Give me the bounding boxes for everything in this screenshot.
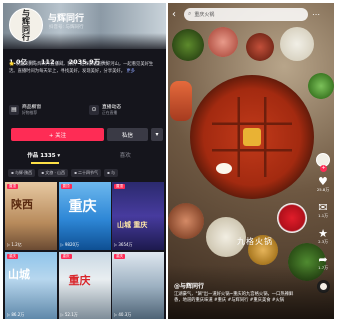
video-thumbnail[interactable]: 置顶 重庆 ▷ 9820万 <box>58 182 111 250</box>
profile-uid: 抖音号: 与辉同行 <box>49 25 84 30</box>
dish-meat <box>208 27 238 57</box>
egg <box>216 163 232 174</box>
dish-beef <box>246 33 274 61</box>
chip[interactable]: ▪ 文旅 · 山西 <box>38 169 69 177</box>
video-author[interactable]: @与辉同行 <box>174 281 204 290</box>
video-thumbnail[interactable]: 重庆 山城 ▷ 86.2万 <box>5 251 57 319</box>
back-icon[interactable]: ‹ <box>172 9 180 20</box>
dish-side-right <box>308 73 334 99</box>
profile-panel: 与 辉 同 行 与辉同行 抖音号: 与辉同行 1.0亿获赞 112关注 2035… <box>3 3 166 319</box>
video-thumbnail[interactable]: 置顶 山城 重庆 ▷ 3654万 <box>112 182 164 250</box>
chip[interactable]: ▪ 与辉·陕西 <box>8 169 36 177</box>
dipping-bowl <box>277 203 307 233</box>
bio-more-link[interactable]: 更多 <box>126 69 135 74</box>
more-dropdown-button[interactable]: ▾ <box>151 128 163 141</box>
follow-button[interactable]: + 关注 <box>11 128 104 141</box>
collection-chips: ▪ 与辉·陕西 ▪ 文旅 · 山西 ▪ 二十四节气 ▪ 与 <box>8 169 119 177</box>
video-player-panel[interactable]: ‹ ⌕ 重庆火锅 ⋯ + ♥ 25.8万 ✉ 1.1万 ★ 2.3万 ➦ 1.7… <box>168 3 334 319</box>
search-icon: ⌕ <box>188 10 192 17</box>
tab-likes[interactable]: 喜欢 <box>85 149 167 163</box>
star-icon: ★ <box>318 227 328 240</box>
video-thumbnail[interactable]: 置顶 陕西 ▷ 1.2亿 <box>5 182 57 250</box>
shop-window-entry[interactable]: ▤ 商品橱窗 好物推荐 <box>9 103 82 116</box>
music-disc-icon[interactable] <box>316 280 330 293</box>
profile-tabs: 作品 1335 ▾ 喜欢 <box>3 149 166 163</box>
video-thumbnail[interactable]: 重庆 重庆 ▷ 52.1万 <box>58 251 111 319</box>
shop-icon: ▤ <box>9 104 19 115</box>
service-row: ▤ 商品橱窗 好物推荐 ⊙ 直播动态 正在直播 <box>9 103 162 116</box>
more-icon[interactable]: ⋯ <box>312 10 320 19</box>
share-icon: ➦ <box>318 253 328 266</box>
video-overlay-caption: 九格火锅 <box>237 237 273 246</box>
dish-bottom-left <box>168 203 204 239</box>
chip[interactable]: ▪ 与 <box>104 169 119 177</box>
profile-bio: 🌟 欢迎来到与辉同行直播间，我们一起探索祖国大好河山，一起看见美好生活。直播时间… <box>9 62 154 74</box>
message-button[interactable]: 私信 <box>107 128 148 141</box>
like-button[interactable]: ♥ 25.8万 <box>317 176 329 193</box>
follow-plus-icon[interactable]: + <box>320 165 327 172</box>
dish-tofu <box>280 27 314 61</box>
profile-name: 与辉同行 <box>48 14 85 24</box>
live-entry[interactable]: ⊙ 直播动态 正在直播 <box>89 103 162 116</box>
dish-greens <box>172 29 204 61</box>
search-input[interactable]: ⌕ 重庆火锅 <box>184 7 308 21</box>
favorite-button[interactable]: ★ 2.3万 <box>318 228 328 245</box>
tab-indicator <box>31 162 59 164</box>
video-action-bar: + ♥ 25.8万 ✉ 1.1万 ★ 2.3万 ➦ 1.7万 <box>316 153 330 293</box>
video-grid: 置顶 陕西 ▷ 1.2亿 置顶 重庆 ▷ 9820万 置顶 山城 重庆 ▷ 36… <box>5 182 164 319</box>
video-description: 江湖豪气，"涮"出一道好火锅~重庆的九宫格火锅，一口热辣鲜香，地道的重庆味道 #… <box>174 292 294 304</box>
comment-icon: ✉ <box>318 201 328 214</box>
video-topbar: ‹ ⌕ 重庆火锅 ⋯ <box>168 3 334 25</box>
dish-side-left <box>170 81 192 121</box>
video-thumbnail[interactable]: 重庆 ▷ 40.3万 <box>112 251 164 319</box>
heart-icon: ♥ <box>318 175 328 188</box>
live-icon: ⊙ <box>89 104 99 115</box>
avatar[interactable]: 与 辉 同 行 <box>9 8 43 42</box>
comment-button[interactable]: ✉ 1.1万 <box>318 202 328 219</box>
tab-works[interactable]: 作品 1335 ▾ <box>3 149 85 163</box>
hotpot-center <box>243 128 261 146</box>
chip[interactable]: ▪ 二十四节气 <box>71 169 102 177</box>
author-avatar[interactable]: + <box>316 153 330 172</box>
share-button[interactable]: ➦ 1.7万 <box>318 254 328 271</box>
